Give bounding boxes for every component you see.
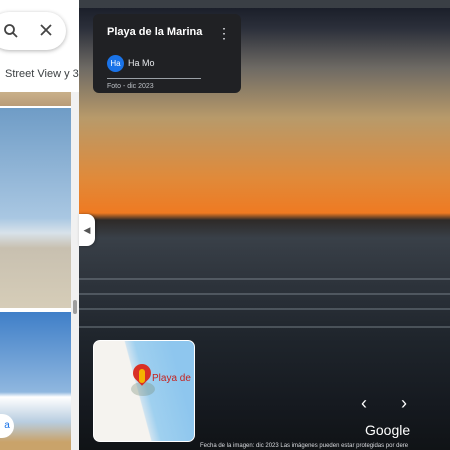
- collapse-panel-button[interactable]: ◀: [79, 214, 95, 246]
- street-view-label: Street View y 36: [5, 68, 79, 80]
- close-icon[interactable]: [39, 23, 53, 41]
- place-title[interactable]: Playa de la Marina: [107, 26, 202, 38]
- photo-date: Foto - dic 2023: [107, 83, 154, 90]
- wave-line: [79, 278, 450, 280]
- wave-line: [79, 308, 450, 310]
- chevron-left-icon: ◀: [83, 225, 91, 235]
- image-footer: Fecha de la imagen: dic 2023 Las imágene…: [200, 443, 409, 449]
- divider: [107, 78, 201, 79]
- more-options-icon[interactable]: ⋮: [217, 25, 231, 42]
- side-panel: Street View y 36 a: [0, 0, 79, 450]
- avatar[interactable]: Ha: [107, 55, 124, 72]
- search-icon[interactable]: [3, 23, 19, 43]
- next-arrow-icon[interactable]: ›: [401, 394, 407, 412]
- google-logo: Google: [365, 422, 411, 438]
- author-name[interactable]: Ha Mo: [128, 58, 155, 68]
- photo-info-card: Playa de la Marina ⋮ Ha Ha Mo Foto - dic…: [93, 14, 241, 93]
- map-place-label: Playa de: [152, 373, 191, 384]
- search-box[interactable]: [0, 12, 66, 50]
- scrollbar-thumb[interactable]: [73, 300, 77, 314]
- wave-line: [79, 326, 450, 328]
- scrollbar-track[interactable]: [71, 92, 79, 450]
- top-strip: [79, 0, 450, 8]
- photo-thumbnail[interactable]: [0, 108, 71, 308]
- pegman-icon: [139, 369, 145, 383]
- photo-thumbnail[interactable]: [0, 92, 71, 106]
- previous-arrow-icon[interactable]: ‹: [361, 394, 367, 412]
- wave-line: [79, 293, 450, 295]
